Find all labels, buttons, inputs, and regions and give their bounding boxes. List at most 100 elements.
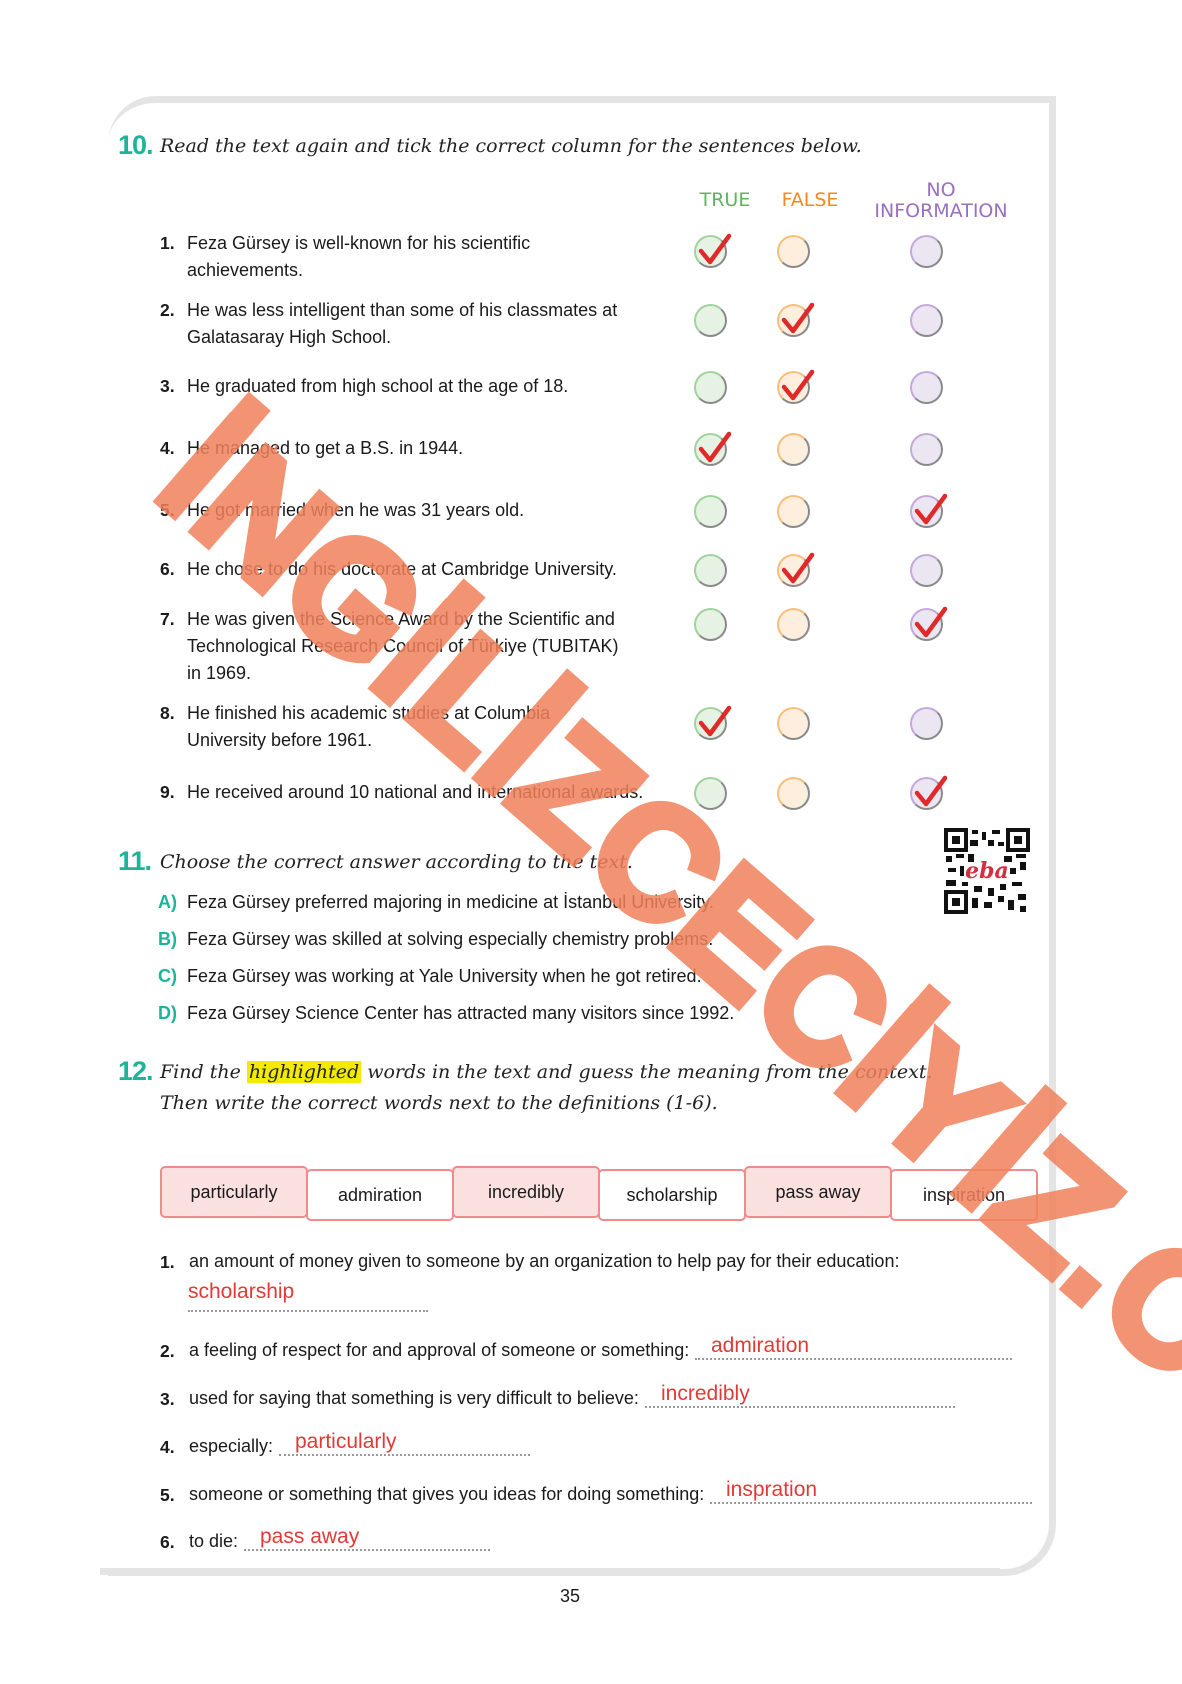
column-header-true: TRUE — [699, 189, 751, 211]
answer-radio-false[interactable] — [777, 302, 815, 337]
option-text[interactable]: Feza Gürsey Science Center has attracted… — [187, 1003, 734, 1024]
statement-line: He chose to do his doctorate at Cambridg… — [187, 559, 617, 579]
checkmark-icon — [698, 431, 732, 463]
answer-radio-true[interactable] — [694, 777, 727, 810]
statement-number: 5. — [160, 500, 175, 520]
q12-instruction-line2: Then write the correct words next to the… — [160, 1092, 718, 1114]
statement-number: 7. — [160, 609, 175, 629]
checkmark-icon — [914, 493, 948, 525]
q10-instruction: Read the text again and tick the correct… — [160, 135, 862, 157]
word-bank-item: particularly — [160, 1166, 308, 1218]
statement-text: Feza Gürsey is well-known for his scient… — [187, 230, 530, 284]
checkmark-icon — [914, 775, 948, 807]
answer-radio-false[interactable] — [777, 707, 810, 740]
q12-instruction-pre: Find the — [160, 1061, 241, 1083]
statement-line: He graduated from high school at the age… — [187, 376, 569, 396]
answer-radio-true[interactable] — [694, 371, 727, 404]
answer-radio-false[interactable] — [777, 608, 810, 641]
definition-text: a feeling of respect for and approval of… — [189, 1340, 690, 1360]
statement-text: He was given the Science Award by the Sc… — [187, 606, 619, 687]
word-bank-item: pass away — [744, 1166, 892, 1218]
statement-number: 4. — [160, 438, 175, 458]
statement-text: He received around 10 national and inter… — [187, 779, 643, 806]
answer-radio-no-info[interactable] — [910, 606, 948, 641]
answer-blank-line — [695, 1358, 1012, 1360]
answer-radio-false[interactable] — [777, 235, 810, 268]
statement-line: Technological Research Council of Türkiy… — [187, 636, 619, 656]
checkmark-icon — [781, 302, 815, 334]
answer-radio-no-info[interactable] — [910, 304, 943, 337]
statement-text: He chose to do his doctorate at Cambridg… — [187, 556, 617, 583]
no-info-line1: NO — [926, 179, 956, 201]
definition-answer-field[interactable]: incredibly — [661, 1382, 750, 1406]
answer-radio-true[interactable] — [694, 304, 727, 337]
answer-radio-false[interactable] — [777, 369, 815, 404]
statement-number: 8. — [160, 703, 175, 723]
answer-radio-true[interactable] — [694, 233, 732, 268]
option-text[interactable]: Feza Gürsey was working at Yale Universi… — [187, 966, 702, 987]
q11-number: 11. — [118, 846, 152, 876]
option-letter: A) — [158, 892, 177, 912]
statement-number: 2. — [160, 300, 175, 320]
checkmark-icon — [698, 233, 732, 265]
answer-radio-no-info[interactable] — [910, 775, 948, 810]
answer-radio-false[interactable] — [777, 777, 810, 810]
definition-answer-field[interactable]: particularly — [295, 1430, 397, 1454]
definition-text: used for saying that something is very d… — [189, 1388, 639, 1408]
definition-answer-field[interactable]: inspration — [726, 1478, 817, 1502]
answer-radio-true[interactable] — [694, 431, 732, 466]
statement-line: Feza Gürsey is well-known for his scient… — [187, 233, 531, 253]
qr-code-icon[interactable]: eba — [944, 828, 1030, 914]
answer-radio-no-info[interactable] — [910, 554, 943, 587]
definition-number: 6. — [160, 1532, 175, 1552]
word-bank-item: admiration — [306, 1169, 454, 1221]
definition-number: 1. — [160, 1252, 175, 1272]
q12-instruction-line1: Find the highlighted words in the text a… — [160, 1061, 933, 1083]
definition-text: an amount of money given to someone by a… — [189, 1251, 900, 1271]
definition-answer-field[interactable]: scholarship — [188, 1280, 294, 1304]
statement-line: Galatasaray High School. — [187, 327, 392, 347]
definition-answer-field[interactable]: admiration — [711, 1334, 809, 1358]
column-header-no-information: NO INFORMATION — [862, 180, 1020, 222]
answer-radio-true[interactable] — [694, 608, 727, 641]
answer-radio-no-info[interactable] — [910, 493, 948, 528]
answer-radio-false[interactable] — [777, 495, 810, 528]
option-letter: C) — [158, 966, 177, 986]
definition-text: to die: — [189, 1531, 239, 1551]
definition-number: 2. — [160, 1341, 175, 1361]
q10-number: 10. — [118, 130, 154, 160]
word-bank-item: scholarship — [598, 1169, 746, 1221]
statement-number: 3. — [160, 376, 175, 396]
answer-blank-line — [188, 1310, 428, 1312]
answer-radio-false[interactable] — [777, 552, 815, 587]
statement-line: achievements. — [187, 260, 304, 280]
answer-radio-true[interactable] — [694, 495, 727, 528]
statement-line: He finished his academic studies at Colu… — [187, 703, 551, 723]
answer-radio-no-info[interactable] — [910, 235, 943, 268]
page-bottom-rule — [100, 1568, 1000, 1575]
checkmark-icon — [914, 606, 948, 638]
highlighted-word: highlighted — [246, 1061, 362, 1083]
answer-blank-line — [710, 1502, 1032, 1504]
q12-instruction-post: words in the text and guess the meaning … — [367, 1061, 933, 1083]
answer-radio-no-info[interactable] — [910, 433, 943, 466]
option-text[interactable]: Feza Gürsey preferred majoring in medici… — [187, 892, 714, 913]
statement-line: He was given the Science Award by the Sc… — [187, 609, 615, 629]
no-info-line2: INFORMATION — [874, 200, 1008, 222]
option-letter: D) — [158, 1003, 177, 1023]
statement-line: in 1969. — [187, 663, 252, 683]
answer-radio-false[interactable] — [777, 433, 810, 466]
option-text[interactable]: Feza Gürsey was skilled at solving espec… — [187, 929, 713, 950]
answer-radio-no-info[interactable] — [910, 707, 943, 740]
checkmark-icon — [781, 552, 815, 584]
statement-number: 1. — [160, 233, 175, 253]
answer-radio-no-info[interactable] — [910, 371, 943, 404]
option-letter: B) — [158, 929, 177, 949]
eba-logo: eba — [965, 858, 1009, 884]
answer-blank-line — [244, 1549, 490, 1551]
answer-radio-true[interactable] — [694, 554, 727, 587]
definition-answer-field[interactable]: pass away — [260, 1525, 359, 1549]
definition-number: 3. — [160, 1389, 175, 1409]
answer-radio-true[interactable] — [694, 705, 732, 740]
q12-number: 12. — [118, 1056, 154, 1086]
